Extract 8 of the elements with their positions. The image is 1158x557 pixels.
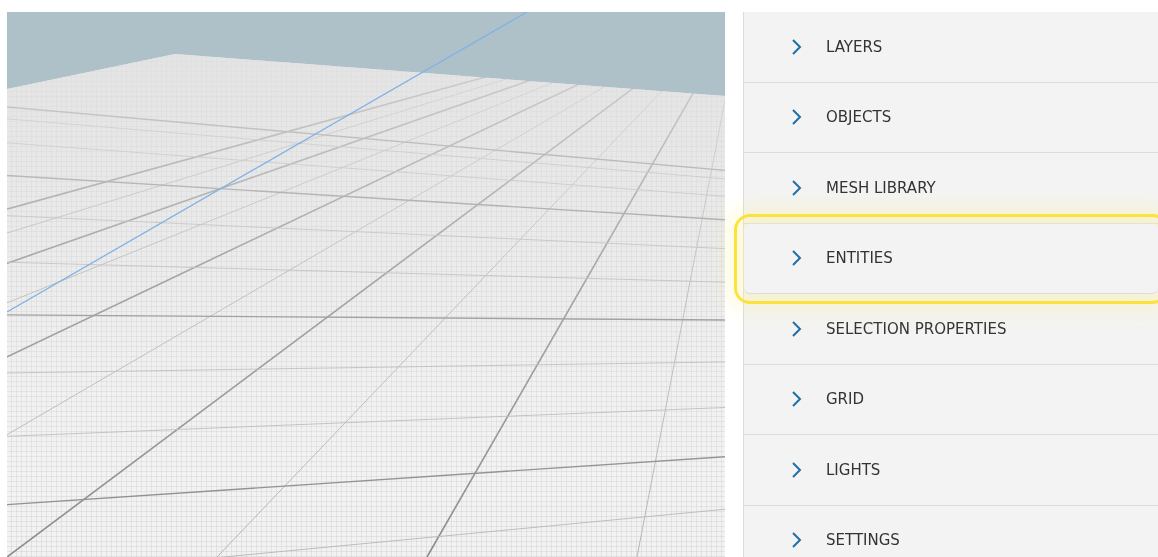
chevron-right-icon [790,319,802,338]
chevron-right-icon [790,531,802,550]
chevron-right-icon [790,249,802,268]
chevron-right-icon [790,108,802,127]
chevron-right-icon [790,37,802,56]
chevron-right-icon [790,178,802,197]
chevron-right-icon [790,390,802,409]
chevron-right-icon [790,460,802,479]
